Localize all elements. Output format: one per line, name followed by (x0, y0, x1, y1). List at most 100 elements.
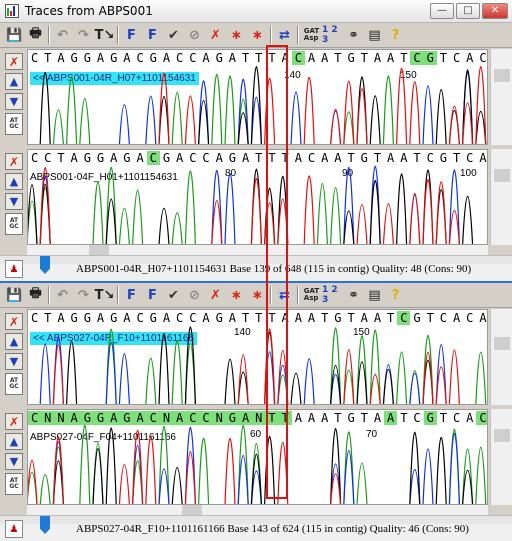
scroll-thumb[interactable] (494, 169, 510, 182)
close-read-icon[interactable]: ✗ (5, 153, 23, 170)
help-icon[interactable]: ? (385, 25, 406, 46)
options-icon[interactable]: ▤ (364, 285, 385, 306)
close-read-icon[interactable]: ✗ (5, 413, 23, 430)
reject-icon[interactable]: ⊘ (184, 285, 205, 306)
trace-line (28, 166, 342, 244)
print-icon[interactable]: 🖶 (25, 285, 46, 306)
trace-line (39, 336, 447, 404)
window-title: Traces from ABPS001 (25, 4, 153, 18)
status-text: ABPS027-04R_F10+1101161166 Base 143 of 6… (76, 523, 469, 535)
asterisk-icon[interactable]: ∗ (247, 285, 268, 306)
translate-icon[interactable]: GAT Asp (301, 285, 322, 306)
options-icon[interactable]: ▤ (364, 25, 385, 46)
down-arrow-icon[interactable]: ▼ (5, 453, 23, 470)
base-toggle-icon[interactable]: AT GC (5, 473, 23, 495)
save-icon[interactable]: 💾 (4, 25, 25, 46)
status-bar: ♟ ABPS001-04R_H07+1101154631 Base 139 of… (0, 255, 512, 281)
close-read-icon[interactable]: ✗ (5, 313, 23, 330)
toolbar-separator (270, 26, 272, 44)
title-bar: Traces from ABPS001 — □ ✕ (0, 0, 512, 23)
down-arrow-icon[interactable]: ▼ (5, 353, 23, 370)
down-arrow-icon[interactable]: ▼ (5, 193, 23, 210)
minimize-button[interactable]: — (430, 3, 454, 19)
accept-icon[interactable]: ✔ (163, 25, 184, 46)
position-marker[interactable] (40, 256, 50, 274)
toolbar-2: 💾 🖶 ↶ ↷ T↘ F F ✔ ⊘ ✗ ∗ ∗ ⇄ GAT Asp 1 2 3 … (0, 283, 512, 308)
toolbar-1: 💾 🖶 ↶ ↷ T↘ F F ✔ ⊘ ✗ ∗ ∗ ⇄ GAT Asp 1 2 3 … (0, 23, 512, 48)
trace-view-read2[interactable]: CNNAGGAGACNACCNGANTTAAATGTAATCGTCACAG AB… (27, 409, 488, 505)
save-icon[interactable]: 💾 (4, 285, 25, 306)
chromatogram (28, 165, 474, 244)
asterisk-icon[interactable]: ∗ (247, 25, 268, 46)
scroll-thumb[interactable] (494, 429, 510, 442)
translate-icon[interactable]: GAT Asp (301, 25, 322, 46)
undo-icon[interactable]: ↶ (52, 25, 73, 46)
base-toggle-icon[interactable]: AT GC (5, 113, 23, 135)
trace-line (52, 328, 460, 404)
toolbar-separator (270, 286, 272, 304)
base-toggle-icon[interactable]: AT GC (5, 373, 23, 395)
vertical-scrollbar[interactable] (490, 149, 512, 245)
print-icon[interactable]: 🖶 (25, 25, 46, 46)
align-icon[interactable]: ⇄ (274, 25, 295, 46)
up-arrow-icon[interactable]: ▲ (5, 73, 23, 90)
person-icon[interactable]: ♟ (5, 520, 23, 538)
trace-line (39, 66, 487, 144)
link-icon[interactable]: ⚭ (343, 285, 364, 306)
base-toggle-icon[interactable]: AT GC (5, 213, 23, 235)
toolbar-separator (297, 26, 299, 44)
number-icon[interactable]: 1 2 3 (322, 25, 343, 46)
side-controls-1: ✗ ▲ ▼ AT GC ✗ ▲ ▼ AT GC (0, 49, 27, 279)
status-text: ABPS001-04R_H07+1101154631 Base 139 of 6… (76, 263, 472, 275)
person-icon[interactable]: ♟ (5, 260, 23, 278)
scroll-thumb[interactable] (494, 337, 510, 350)
close-read-icon[interactable]: ✗ (5, 53, 23, 70)
trace-view-read1[interactable]: CTAGGAGACGACCAGATTTAAATGTAATCGTCACAC << … (27, 309, 488, 405)
toolbar-separator (48, 286, 50, 304)
insert-icon[interactable]: ∗ (226, 25, 247, 46)
position-marker[interactable] (40, 516, 50, 534)
up-arrow-icon[interactable]: ▲ (5, 433, 23, 450)
help-icon[interactable]: ? (385, 285, 406, 306)
undo-icon[interactable]: ↶ (52, 285, 73, 306)
app-icon (5, 4, 19, 18)
chromatogram (39, 326, 487, 404)
trace-pane-2: 💾 🖶 ↶ ↷ T↘ F F ✔ ⊘ ✗ ∗ ∗ ⇄ GAT Asp 1 2 3 … (0, 283, 512, 541)
up-arrow-icon[interactable]: ▲ (5, 173, 23, 190)
reverse-find-icon[interactable]: F (142, 25, 163, 46)
trim-icon[interactable]: T↘ (94, 285, 115, 306)
asp-label: Asp (303, 294, 319, 302)
close-button[interactable]: ✕ (482, 3, 508, 19)
link-icon[interactable]: ⚭ (343, 25, 364, 46)
vertical-scrollbar[interactable] (490, 409, 512, 505)
reverse-find-icon[interactable]: F (142, 285, 163, 306)
forward-find-icon[interactable]: F (121, 285, 142, 306)
trace-view-read1[interactable]: CTAGGAGACGACCAGATTTACAATGTAATCGTCACA << … (27, 49, 488, 145)
redo-icon[interactable]: ↷ (73, 25, 94, 46)
accept-icon[interactable]: ✔ (163, 285, 184, 306)
vertical-scrollbar[interactable] (490, 309, 512, 405)
scroll-thumb[interactable] (494, 69, 510, 82)
toolbar-separator (117, 26, 119, 44)
trim-icon[interactable]: T↘ (94, 25, 115, 46)
trace-line (105, 327, 487, 404)
forward-find-icon[interactable]: F (121, 25, 142, 46)
delete-icon[interactable]: ✗ (205, 285, 226, 306)
toolbar-separator (48, 26, 50, 44)
trace-pane-1: 💾 🖶 ↶ ↷ T↘ F F ✔ ⊘ ✗ ∗ ∗ ⇄ GAT Asp 1 2 3 … (0, 23, 512, 281)
down-arrow-icon[interactable]: ▼ (5, 93, 23, 110)
reject-icon[interactable]: ⊘ (184, 25, 205, 46)
trace-view-read2[interactable]: CCTAGGAGACGACCAGATTTACAATGTAATCGTCAG ABP… (27, 149, 488, 245)
delete-icon[interactable]: ✗ (205, 25, 226, 46)
insert-icon[interactable]: ∗ (226, 285, 247, 306)
up-arrow-icon[interactable]: ▲ (5, 333, 23, 350)
redo-icon[interactable]: ↷ (73, 285, 94, 306)
trace-line (28, 430, 342, 504)
maximize-button[interactable]: □ (456, 3, 480, 19)
asp-label: Asp (303, 34, 319, 42)
trace-line (52, 427, 474, 504)
align-icon[interactable]: ⇄ (274, 285, 295, 306)
vertical-scrollbar[interactable] (490, 49, 512, 145)
trace-line (39, 165, 460, 244)
number-icon[interactable]: 1 2 3 (322, 285, 343, 306)
